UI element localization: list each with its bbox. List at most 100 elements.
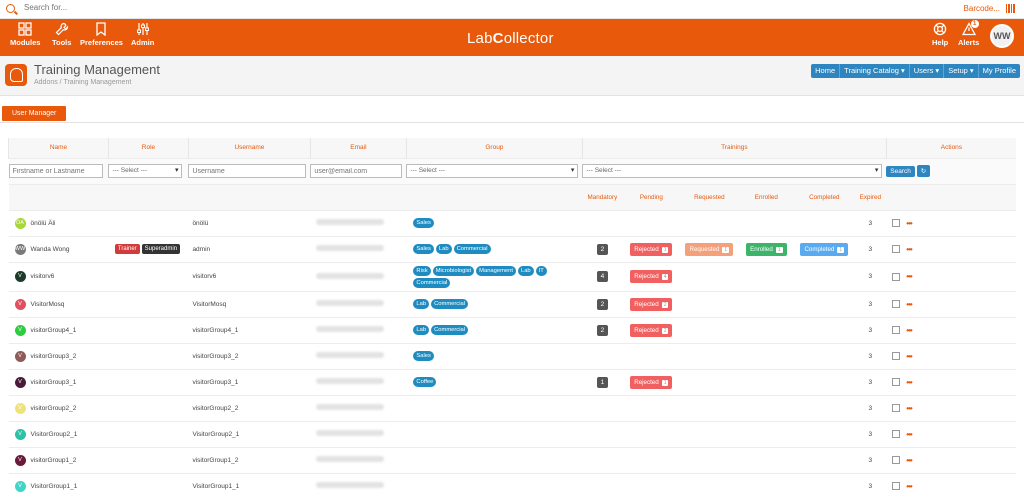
group-tag[interactable]: Lab bbox=[413, 325, 430, 335]
rejected-status-button[interactable]: Rejected 2 bbox=[630, 323, 673, 337]
group-tag[interactable]: Sales bbox=[413, 244, 434, 254]
search-icon[interactable] bbox=[6, 4, 15, 13]
col-name[interactable]: Name bbox=[8, 138, 109, 158]
nav-preferences[interactable]: Preferences bbox=[80, 22, 123, 47]
subcol-enrolled[interactable]: Enrolled bbox=[738, 183, 795, 210]
trainings-filter-select[interactable]: --- Select --- bbox=[582, 164, 883, 178]
nav-alerts[interactable]: 1 Alerts bbox=[958, 20, 979, 47]
barcode-label[interactable]: Barcode... bbox=[964, 4, 1000, 13]
cell-username: visitorGroup4_1 bbox=[188, 316, 311, 343]
more-actions-icon[interactable]: ••• bbox=[906, 219, 912, 228]
row-select-checkbox[interactable] bbox=[892, 430, 901, 438]
group-tag[interactable]: Commercial bbox=[453, 244, 491, 254]
col-trainings[interactable]: Trainings bbox=[581, 138, 887, 158]
row-select-checkbox[interactable] bbox=[892, 219, 901, 227]
user-name-link[interactable]: VisitorGroup1_1 bbox=[31, 483, 78, 490]
more-actions-icon[interactable]: ••• bbox=[906, 352, 912, 361]
subcol-mandatory[interactable]: Mandatory bbox=[582, 183, 623, 210]
more-actions-icon[interactable]: ••• bbox=[906, 430, 912, 439]
row-select-checkbox[interactable] bbox=[892, 300, 901, 308]
group-tag[interactable]: Commercial bbox=[413, 277, 451, 288]
menu-setup[interactable]: Setup ▾ bbox=[944, 64, 979, 78]
global-search-input[interactable] bbox=[24, 3, 324, 12]
nav-admin[interactable]: Admin bbox=[131, 22, 154, 47]
more-actions-icon[interactable]: ••• bbox=[906, 326, 912, 335]
user-name-link[interactable]: VisitorGroup2_1 bbox=[31, 431, 78, 438]
group-tag[interactable]: Commercial bbox=[431, 299, 468, 309]
group-tag[interactable]: Coffee bbox=[413, 377, 437, 387]
more-actions-icon[interactable]: ••• bbox=[906, 245, 912, 254]
group-tag[interactable]: Sales bbox=[413, 218, 434, 228]
more-actions-icon[interactable]: ••• bbox=[906, 272, 912, 281]
requested-status-button[interactable]: Requested 1 bbox=[685, 242, 734, 256]
menu-training-catalog[interactable]: Training Catalog ▾ bbox=[840, 64, 910, 78]
row-select-checkbox[interactable] bbox=[892, 245, 901, 253]
user-name-link[interactable]: visitorGroup3_2 bbox=[31, 353, 77, 360]
labcollector-logo[interactable]: LabCollector bbox=[467, 30, 554, 47]
group-tag[interactable]: Lab bbox=[435, 244, 452, 254]
rejected-status-button[interactable]: Rejected 4 bbox=[630, 270, 673, 283]
user-name-link[interactable]: visitorv6 bbox=[31, 273, 55, 280]
row-select-checkbox[interactable] bbox=[892, 326, 901, 334]
menu-my-profile[interactable]: My Profile bbox=[979, 64, 1020, 78]
nav-help[interactable]: Help bbox=[932, 22, 948, 47]
user-name-link[interactable]: VisitorMosq bbox=[31, 301, 65, 308]
group-tag[interactable]: Lab bbox=[413, 299, 430, 309]
cell-completed bbox=[794, 290, 855, 317]
group-filter-select[interactable]: --- Select --- bbox=[406, 164, 579, 178]
username-filter-input[interactable] bbox=[188, 164, 307, 178]
subcol-expired[interactable]: Expired bbox=[854, 183, 887, 210]
row-select-checkbox[interactable] bbox=[892, 482, 901, 491]
row-select-checkbox[interactable] bbox=[892, 404, 901, 412]
col-email[interactable]: Email bbox=[309, 138, 407, 158]
row-select-checkbox[interactable] bbox=[892, 272, 901, 281]
user-name-link[interactable]: visitorGroup2_2 bbox=[31, 405, 77, 412]
tab-user-manager[interactable]: User Manager bbox=[2, 106, 67, 121]
role-filter-select[interactable]: --- Select --- bbox=[108, 164, 183, 178]
enrolled-status-button[interactable]: Enrolled 1 bbox=[746, 242, 787, 256]
menu-home[interactable]: Home bbox=[811, 64, 841, 78]
rejected-status-button[interactable]: Rejected 1 bbox=[630, 375, 673, 389]
search-button[interactable]: Search bbox=[886, 166, 915, 177]
subcol-pending[interactable]: Pending bbox=[622, 183, 681, 210]
rejected-status-button[interactable]: Rejected 2 bbox=[630, 297, 673, 311]
nav-modules[interactable]: Modules bbox=[10, 22, 40, 47]
more-actions-icon[interactable]: ••• bbox=[906, 378, 912, 387]
user-name-link[interactable]: Wanda Wong bbox=[31, 246, 70, 253]
group-tag[interactable]: Lab bbox=[517, 265, 534, 276]
email-filter-input[interactable] bbox=[310, 164, 403, 178]
row-select-checkbox[interactable] bbox=[892, 352, 901, 360]
col-group[interactable]: Group bbox=[405, 138, 583, 158]
more-actions-icon[interactable]: ••• bbox=[906, 456, 912, 465]
more-actions-icon[interactable]: ••• bbox=[906, 404, 912, 413]
col-role[interactable]: Role bbox=[107, 138, 189, 158]
group-tag[interactable]: Risk bbox=[413, 265, 431, 276]
completed-status-button-label: Completed bbox=[804, 245, 835, 253]
row-select-checkbox[interactable] bbox=[892, 378, 901, 386]
group-tag[interactable]: Commercial bbox=[431, 325, 468, 335]
rejected-status-button[interactable]: Rejected 1 bbox=[630, 242, 673, 256]
user-name-link[interactable]: önölü Äli bbox=[31, 220, 56, 227]
col-username[interactable]: Username bbox=[187, 138, 311, 158]
row-select-checkbox[interactable] bbox=[892, 456, 901, 464]
name-filter-input[interactable] bbox=[8, 164, 103, 178]
user-name-link[interactable]: visitorGroup1_2 bbox=[31, 457, 77, 464]
cell-name: VvisitorGroup2_2 bbox=[8, 394, 109, 421]
user-name-link[interactable]: visitorGroup3_1 bbox=[31, 379, 77, 386]
group-tag[interactable]: Sales bbox=[413, 351, 434, 361]
more-actions-icon[interactable]: ••• bbox=[906, 482, 912, 491]
group-tag[interactable]: Management bbox=[476, 265, 516, 276]
user-avatar[interactable]: WW bbox=[990, 24, 1014, 48]
barcode-icon[interactable] bbox=[1006, 4, 1016, 13]
reset-icon[interactable]: ↻ bbox=[916, 165, 931, 177]
more-actions-icon[interactable]: ••• bbox=[906, 300, 912, 309]
subcol-requested[interactable]: Requested bbox=[680, 183, 739, 210]
nav-tools[interactable]: Tools bbox=[52, 22, 71, 47]
user-name-link[interactable]: visitorGroup4_1 bbox=[31, 327, 77, 334]
group-tag[interactable]: IT bbox=[535, 265, 547, 276]
subcol-completed[interactable]: Completed bbox=[794, 183, 855, 210]
breadcrumb[interactable]: Addons / Training Management bbox=[34, 79, 131, 86]
group-tag[interactable]: Microbiologist bbox=[432, 265, 475, 276]
menu-users[interactable]: Users ▾ bbox=[910, 64, 945, 78]
completed-status-button[interactable]: Completed 1 bbox=[800, 242, 849, 256]
